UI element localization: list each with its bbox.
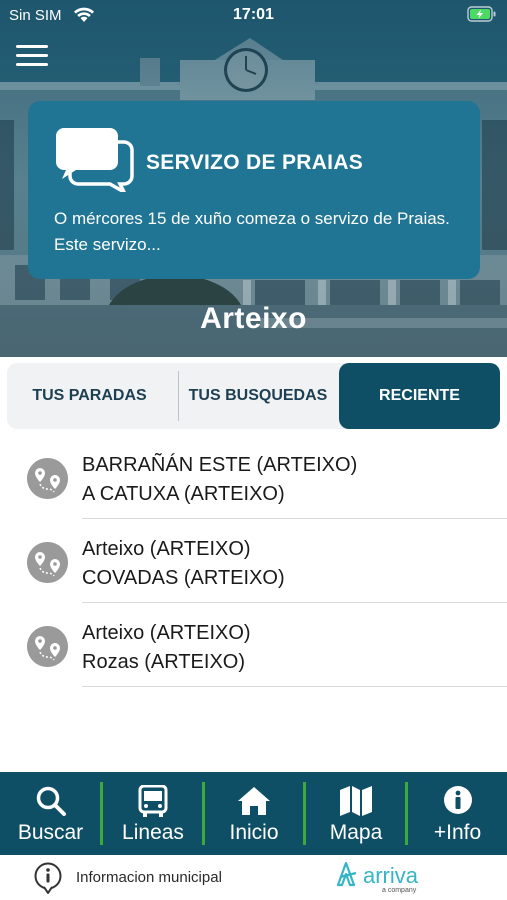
route-origin: BARRAÑÁN ESTE (ARTEIXO): [82, 454, 358, 476]
chat-bubbles-icon: [56, 128, 134, 192]
status-bar: Sin SIM 17:01: [0, 0, 507, 30]
tab-tus-paradas[interactable]: TUS PARADAS: [7, 363, 172, 429]
route-destination: COVADAS (ARTEIXO): [82, 567, 285, 589]
map-icon: [340, 786, 372, 816]
footer-bar: Informacion municipal arriva a company: [0, 855, 507, 900]
route-origin: Arteixo (ARTEIXO): [82, 622, 251, 644]
nav-label: Buscar: [17, 821, 84, 844]
arriva-wordmark: arriva: [363, 863, 419, 888]
list-item[interactable]: BARRAÑÁN ESTE (ARTEIXO) A CATUXA (ARTEIX…: [0, 435, 507, 519]
route-pin-icon: [27, 458, 68, 499]
route-origin: Arteixo (ARTEIXO): [82, 538, 251, 560]
clock: 17:01: [233, 6, 274, 23]
news-excerpt: O mércores 15 de xuño comeza o servizo d…: [54, 209, 450, 254]
battery-charging-icon: [467, 6, 496, 22]
search-icon: [36, 786, 66, 816]
nav-label: Mapa: [329, 821, 383, 844]
list-item[interactable]: Arteixo (ARTEIXO) COVADAS (ARTEIXO): [0, 519, 507, 603]
info-icon: [443, 786, 472, 814]
nav-label: Lineas: [122, 821, 184, 844]
menu-button[interactable]: [16, 45, 50, 71]
list-item[interactable]: Arteixo (ARTEIXO) Rozas (ARTEIXO): [0, 603, 507, 687]
nav-label: +Info: [433, 821, 482, 844]
route-destination: Rozas (ARTEIXO): [82, 651, 245, 673]
hamburger-icon: [16, 45, 48, 48]
route-pin-icon: [27, 542, 68, 583]
tab-tus-busquedas[interactable]: TUS BUSQUEDAS: [179, 363, 337, 429]
news-title: SERVIZO DE PRAIAS: [146, 151, 364, 174]
arteixo-logo: Arteixo: [200, 302, 307, 335]
tab-reciente[interactable]: RECIENTE: [339, 363, 500, 429]
nav-info[interactable]: +Info: [408, 772, 507, 855]
route-destination: A CATUXA (ARTEIXO): [82, 483, 285, 505]
nav-inicio[interactable]: Inicio: [205, 772, 303, 855]
route-pin-icon: [27, 626, 68, 667]
tab-bar: TUS PARADAS TUS BUSQUEDAS RECIENTE: [7, 363, 500, 429]
bus-icon: [138, 785, 168, 817]
nav-label: Inicio: [229, 821, 279, 844]
arriva-tagline: a company: [382, 887, 417, 894]
news-card[interactable]: SERVIZO DE PRAIAS O mércores 15 de xuño …: [28, 101, 480, 279]
municipal-info-icon[interactable]: [33, 861, 63, 895]
home-icon: [238, 787, 270, 815]
arriva-logo: arriva a company: [336, 861, 419, 894]
nav-buscar[interactable]: Buscar: [0, 772, 101, 855]
row-divider: [82, 686, 507, 687]
bottom-navigation: Buscar Lineas Inicio Mapa +Info: [0, 772, 507, 855]
municipal-info-label[interactable]: Informacion municipal: [76, 869, 222, 886]
recent-routes-list: BARRAÑÁN ESTE (ARTEIXO) A CATUXA (ARTEIX…: [0, 435, 507, 687]
nav-lineas[interactable]: Lineas: [103, 772, 203, 855]
nav-mapa[interactable]: Mapa: [306, 772, 406, 855]
